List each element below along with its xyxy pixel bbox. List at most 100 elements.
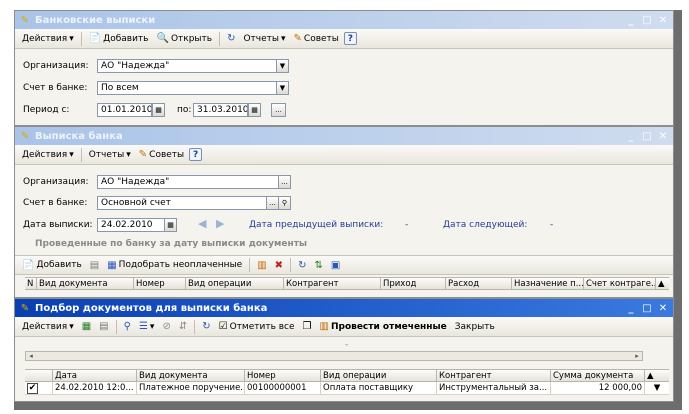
post-button[interactable]: ▥ [254, 257, 269, 273]
add-button[interactable]: 📄 Добавить [86, 31, 152, 47]
open-button[interactable]: 🔍 Открыть [153, 31, 215, 47]
calendar-icon[interactable]: ▦ [248, 103, 261, 117]
close-icon[interactable]: ✕ [656, 14, 670, 27]
pick-unpaid-button[interactable]: ▦ Подобрать неоплаченные [104, 257, 245, 273]
col-doc-type[interactable]: Вид документа [137, 370, 245, 381]
search-button[interactable]: ⚲ [121, 319, 134, 335]
refresh-button[interactable]: ↻ [224, 31, 238, 47]
col-number[interactable]: Номер [134, 278, 186, 289]
period-select-button[interactable]: ... [271, 103, 286, 117]
tips-button[interactable]: ✎ Советы [291, 31, 342, 47]
account-field[interactable]: По всем [97, 81, 277, 95]
collapsed-dash: - [345, 340, 349, 350]
grid-scroll-up[interactable]: ▲ [645, 370, 669, 381]
next-arrow-icon[interactable]: ▶ [216, 217, 224, 230]
reports-menu[interactable]: Отчеты ▾ [240, 31, 288, 47]
bank-statement-titlebar[interactable]: ✎ Выписка банка _ □ ✕ [15, 127, 673, 145]
col-purpose[interactable]: Назначение п... [512, 278, 584, 289]
period-from-label: Период с: [23, 105, 70, 115]
actions-menu[interactable]: Действия ▾ [19, 319, 77, 335]
grid-scroll-up[interactable]: ▲ [656, 278, 669, 289]
table-row[interactable]: ✔ 24.02.2010 12:0... Платежное поручение… [25, 382, 669, 395]
org-dropdown-button[interactable]: ▼ [276, 59, 289, 73]
date-field[interactable]: 24.02.2010 [97, 218, 165, 232]
actions-menu[interactable]: Действия ▾ [19, 31, 77, 47]
col-amount[interactable]: Сумма документа [551, 370, 645, 381]
col-n[interactable]: N [25, 278, 37, 289]
help-button[interactable]: ? [343, 32, 357, 45]
refresh-button[interactable]: ↻ [295, 257, 309, 273]
prev-arrow-icon[interactable]: ◀ [198, 217, 206, 230]
account-field[interactable]: Основной счет [97, 196, 267, 210]
toolbar-separator [249, 258, 251, 272]
scroll-right-icon[interactable]: ▸ [632, 352, 642, 360]
tips-button[interactable]: ✎ Советы [136, 147, 187, 163]
row-date: 24.02.2010 12:0... [53, 382, 137, 394]
col-counterparty[interactable]: Контрагент [437, 370, 551, 381]
maximize-icon[interactable]: □ [640, 130, 654, 143]
copy-button[interactable]: ▤ [87, 257, 102, 273]
calendar-icon[interactable]: ▦ [152, 103, 165, 117]
search-icon[interactable]: ⚲ [278, 196, 291, 210]
copy-button[interactable]: ▤ [96, 319, 111, 335]
col-income[interactable]: Приход [381, 278, 446, 289]
filter-button[interactable]: ☰ ▾ [136, 319, 158, 335]
horizontal-scrollbar[interactable]: ◂ ▸ [25, 351, 643, 361]
next-statement-label[interactable]: Дата следующей: [443, 220, 527, 230]
calendar-icon[interactable]: ▦ [164, 218, 177, 232]
col-number[interactable]: Номер [245, 370, 321, 381]
org-field[interactable]: АО "Надежда" [97, 175, 279, 189]
period-from-field[interactable]: 01.01.2010 [97, 103, 152, 117]
row-amount: 12 000,00 [551, 382, 645, 394]
toolbar-separator [80, 147, 82, 162]
org-field[interactable]: АО "Надежда" [97, 59, 277, 73]
org-select-button[interactable]: ... [278, 175, 291, 189]
structure-button[interactable]: ▣ [328, 257, 343, 273]
minimize-icon[interactable]: _ [624, 14, 638, 27]
col-counterparty-account[interactable]: Счет контраге... [584, 278, 656, 289]
col-expense[interactable]: Расход [446, 278, 512, 289]
account-label: Счет в банке: [23, 83, 88, 93]
col-operation[interactable]: Вид операции [321, 370, 437, 381]
row-checkbox[interactable]: ✔ [27, 382, 38, 394]
filter-off-button[interactable]: ⊘ [159, 319, 173, 335]
post-marked-button[interactable]: ▥ Провести отмеченные [317, 319, 450, 335]
prev-statement-label[interactable]: Дата предыдущей выписки: [249, 220, 383, 230]
minimize-icon[interactable]: _ [624, 130, 638, 143]
help-button[interactable]: ? [189, 148, 203, 161]
sort-button[interactable]: ⇵ [176, 319, 190, 335]
col-operation[interactable]: Вид операции [186, 278, 284, 289]
account-dropdown-button[interactable]: ▼ [276, 81, 289, 95]
period-to-field[interactable]: 31.03.2010 [193, 103, 248, 117]
scroll-left-icon[interactable]: ◂ [26, 352, 36, 360]
close-icon[interactable]: ✕ [656, 130, 670, 143]
refresh-button[interactable]: ↻ [199, 319, 213, 335]
bank-statements-toolbar: Действия ▾ 📄 Добавить 🔍 Открыть ↻ Отчеты ▾ ✎… [15, 29, 673, 49]
col-date[interactable]: Дата [53, 370, 137, 381]
close-icon[interactable]: ✕ [656, 302, 670, 315]
add-row-button[interactable]: ▦ [79, 319, 94, 335]
window-app-icon: ✎ [20, 302, 30, 314]
minimize-icon[interactable]: _ [624, 302, 638, 315]
toolbar-separator [219, 31, 221, 46]
grid-scroll-down[interactable]: ▼ [645, 382, 669, 394]
mark-all-button[interactable]: ☑ Отметить все [216, 319, 298, 335]
maximize-icon[interactable]: □ [640, 302, 654, 315]
actions-menu[interactable]: Действия ▾ [19, 147, 77, 163]
reports-menu[interactable]: Отчеты ▾ [86, 147, 134, 163]
maximize-icon[interactable]: □ [640, 14, 654, 27]
search-icon: 🔍 [156, 33, 169, 44]
select-documents-titlebar[interactable]: ✎ Подбор документов для выписки банка _ … [15, 299, 673, 317]
unpost-button[interactable]: ✖ [272, 257, 286, 273]
col-counterparty[interactable]: Контрагент [284, 278, 381, 289]
dt-kt-button[interactable]: ⇅ [311, 257, 325, 273]
copy-icon: ▤ [99, 321, 109, 332]
account-label: Счет в банке: [23, 198, 88, 208]
col-check[interactable] [25, 370, 53, 381]
copy-docs-button[interactable]: ❐ [300, 319, 315, 335]
grid-add-button[interactable]: 📄 Добавить [19, 257, 85, 273]
row-checkbox-cell[interactable]: ✔ [25, 382, 53, 394]
close-button[interactable]: Закрыть [452, 319, 498, 335]
col-doc-type[interactable]: Вид документа [37, 278, 134, 289]
bank-statements-titlebar[interactable]: ✎ Банковские выписки _ □ ✕ [15, 11, 673, 29]
